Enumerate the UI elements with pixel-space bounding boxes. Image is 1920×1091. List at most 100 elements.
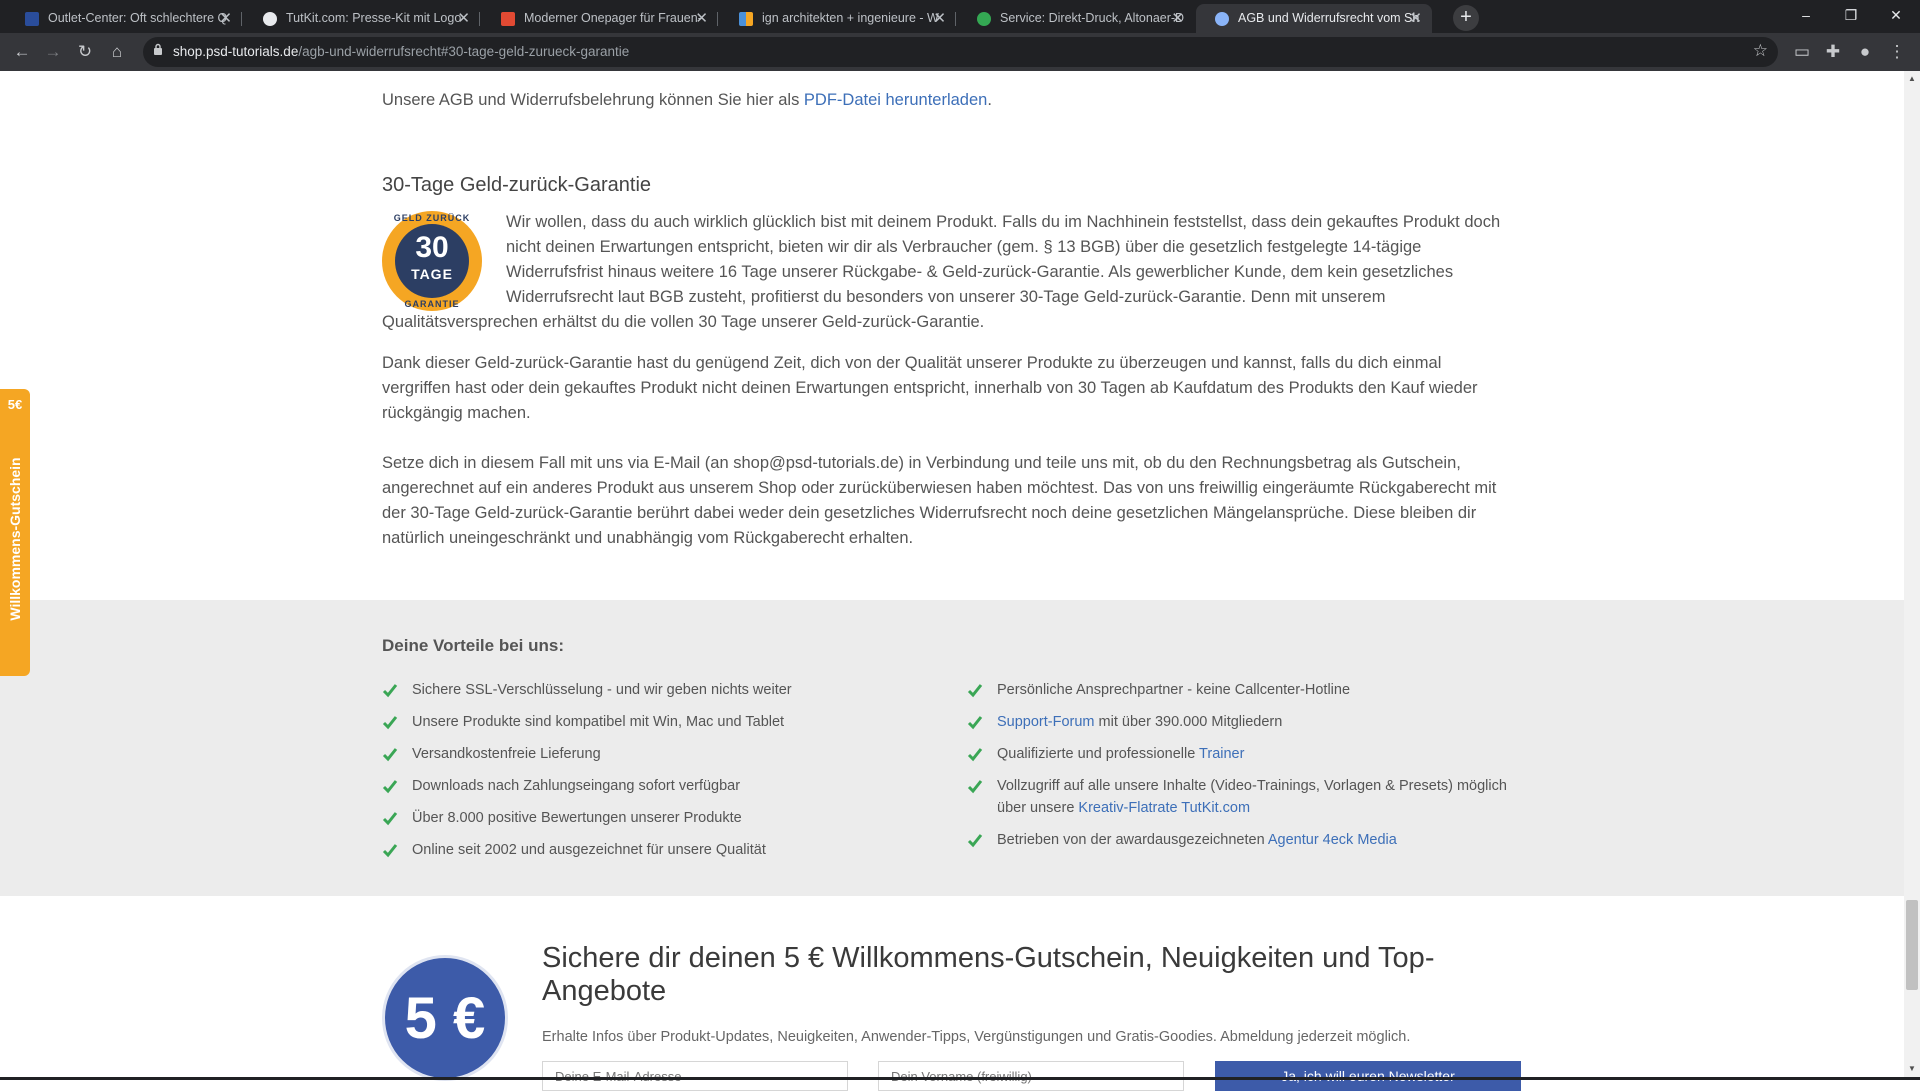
benefit-text: Vollzugriff auf alle unsere Inhalte (Vid…	[997, 778, 1507, 794]
address-bar[interactable]: shop.psd-tutorials.de/agb-und-widerrufsr…	[143, 37, 1778, 67]
minimize-icon[interactable]: –	[1786, 3, 1826, 27]
tab-favicon-icon	[25, 12, 39, 26]
tab-title: AGB und Widerrufsrecht vom Sh	[1238, 11, 1420, 25]
tab-favicon-icon	[263, 12, 277, 26]
agentur-link[interactable]: Agentur 4eck Media	[1268, 832, 1397, 848]
benefit-text: mit über 390.000 Mitgliedern	[1094, 714, 1283, 730]
tab-favicon-icon	[1215, 12, 1229, 26]
forward-arrow-icon[interactable]: →	[43, 42, 63, 62]
checkmark-icon	[382, 684, 398, 698]
browser-tab-bar: Outlet-Center: Oft schlechtere Q ✕ TutKi…	[0, 0, 1920, 33]
benefit-item: Downloads nach Zahlungseingang sofort ve…	[412, 778, 741, 794]
trainer-link[interactable]: Trainer	[1199, 746, 1244, 762]
bookmark-star-icon[interactable]: ☆	[1753, 41, 1768, 61]
menu-kebab-icon[interactable]: ⋮	[1887, 42, 1907, 62]
tab-favicon-icon	[501, 12, 515, 26]
guarantee-text-line: Dank dieser Geld-zurück-Garantie hast du…	[382, 354, 1442, 372]
benefit-item: Über 8.000 positive Bewertungen unserer …	[412, 810, 742, 826]
benefit-item-continued: über unsere Kreativ-Flatrate TutKit.com	[997, 797, 1250, 819]
scrollbar-thumb[interactable]	[1906, 900, 1918, 990]
browser-tab[interactable]: Moderner Onepager für Frauen- ✕	[482, 4, 718, 33]
guarantee-badge: GELD ZURÜCK 30 TAGE GARANTIE	[382, 211, 482, 311]
scroll-up-arrow-icon[interactable]: ▲	[1906, 74, 1918, 83]
newsletter-submit-button[interactable]: Ja, ich will euren Newsletter	[1215, 1061, 1521, 1091]
close-window-icon[interactable]: ✕	[1876, 3, 1916, 27]
cast-icon[interactable]: ▭	[1792, 42, 1812, 62]
benefit-item: Versandkostenfreie Lieferung	[412, 746, 601, 762]
guarantee-text-line: Qualitätsversprechen erhältst du die vol…	[382, 313, 985, 331]
tab-favicon-icon	[739, 12, 753, 26]
tab-separator	[955, 12, 956, 26]
checkmark-icon	[967, 716, 983, 730]
guarantee-text-line: Wir wollen, dass du auch wirklich glückl…	[506, 213, 1501, 231]
back-arrow-icon[interactable]: ←	[12, 42, 32, 62]
guarantee-text-line: Setze dich in diesem Fall mit uns via E-…	[382, 454, 1461, 472]
new-tab-button[interactable]: +	[1453, 5, 1479, 31]
tab-separator	[479, 12, 480, 26]
tab-title: Moderner Onepager für Frauen-	[524, 11, 702, 25]
scroll-down-arrow-icon[interactable]: ▼	[1906, 1064, 1918, 1073]
tab-close-icon[interactable]: ✕	[219, 4, 232, 33]
tab-separator	[241, 12, 242, 26]
browser-tab[interactable]: ign architekten + ingenieure - W ✕	[720, 4, 956, 33]
benefit-item: Support-Forum mit über 390.000 Mitgliede…	[997, 711, 1282, 733]
benefit-text: Betrieben von der awardausgezeichneten	[997, 832, 1268, 848]
benefit-item: Vollzugriff auf alle unsere Inhalte (Vid…	[997, 775, 1507, 797]
lock-icon	[154, 43, 162, 55]
url-text: shop.psd-tutorials.de/agb-und-widerrufsr…	[173, 37, 629, 67]
email-input[interactable]	[542, 1061, 848, 1091]
benefit-item: Online seit 2002 und ausgezeichnet für u…	[412, 842, 766, 858]
benefit-item: Betrieben von der awardausgezeichneten A…	[997, 829, 1397, 851]
guarantee-text-line: Widerrufsrecht laut BGB zusteht, profiti…	[506, 288, 1386, 306]
benefit-text: Qualifizierte und professionelle	[997, 746, 1200, 762]
tab-title: Service: Direkt-Druck, Altonaer-D	[1000, 11, 1185, 25]
kreativ-flatrate-link[interactable]: Kreativ-Flatrate TutKit.com	[1078, 800, 1250, 816]
benefits-section	[0, 600, 1904, 896]
browser-tab[interactable]: Outlet-Center: Oft schlechtere Q ✕	[6, 4, 242, 33]
tab-title: ign architekten + ingenieure - W	[762, 11, 939, 25]
profile-avatar-icon[interactable]: ●	[1855, 42, 1875, 62]
checkmark-icon	[967, 684, 983, 698]
guarantee-text-line: vergriffen hast oder dein gekauftes Prod…	[382, 379, 1478, 397]
support-forum-link[interactable]: Support-Forum	[997, 714, 1095, 730]
download-end: .	[987, 91, 992, 109]
voucher-side-tab[interactable]: 5€ Willkommens-Gutschein	[0, 389, 30, 676]
first-name-input[interactable]	[878, 1061, 1184, 1091]
benefit-item: Persönliche Ansprechpartner - keine Call…	[997, 679, 1350, 701]
benefit-text: Persönliche Ansprechpartner - keine Call…	[997, 682, 1351, 698]
tab-favicon-icon	[977, 12, 991, 26]
checkmark-icon	[382, 780, 398, 794]
guarantee-heading: 30-Tage Geld-zurück-Garantie	[382, 174, 652, 196]
guarantee-text-line: rückgängig machen.	[382, 404, 531, 422]
pdf-download-link[interactable]: PDF-Datei herunterladen	[804, 91, 987, 109]
tab-separator	[717, 12, 718, 26]
extensions-puzzle-icon[interactable]: ✚	[1823, 42, 1843, 62]
guarantee-text-line: der 30-Tage Geld-zurück-Garantie berührt…	[382, 504, 1477, 522]
download-text: Unsere AGB und Widerrufsbelehrung können…	[382, 91, 804, 109]
browser-tab[interactable]: Service: Direkt-Druck, Altonaer-D ✕	[958, 4, 1194, 33]
benefit-item: Sichere SSL-Verschlüsselung - und wir ge…	[412, 682, 792, 698]
download-paragraph: Unsere AGB und Widerrufsbelehrung können…	[382, 88, 992, 113]
home-icon[interactable]: ⌂	[107, 42, 127, 62]
tab-close-icon[interactable]: ✕	[933, 4, 946, 33]
newsletter-title: Sichere dir deinen 5 € Willkommens-Gutsc…	[542, 942, 1435, 1007]
side-tab-amount: 5€	[7, 397, 23, 412]
tab-close-icon[interactable]: ✕	[695, 4, 708, 33]
tab-close-icon[interactable]: ✕	[457, 4, 470, 33]
reload-icon[interactable]: ↻	[75, 42, 95, 62]
voucher-amount: 5 €	[404, 986, 486, 1051]
guarantee-text-line: nicht deinen Erwartungen entspricht, bie…	[506, 238, 1422, 256]
checkmark-icon	[382, 812, 398, 826]
tab-close-icon[interactable]: ✕	[1171, 4, 1184, 33]
tab-title: TutKit.com: Presse-Kit mit Logo	[286, 11, 462, 25]
benefit-item: Qualifizierte und professionelle Trainer	[997, 743, 1244, 765]
checkmark-icon	[382, 716, 398, 730]
benefit-item: Unsere Produkte sind kompatibel mit Win,…	[412, 714, 785, 730]
url-path: /agb-und-widerrufsrecht#30-tage-geld-zur…	[298, 44, 630, 59]
restore-icon[interactable]: ❐	[1831, 3, 1871, 27]
browser-tab-active[interactable]: AGB und Widerrufsrecht vom Sh ✕	[1196, 4, 1432, 33]
badge-ring-top: GELD ZURÜCK	[393, 213, 471, 223]
tab-close-icon[interactable]: ✕	[1409, 4, 1422, 33]
voucher-circle: 5 €	[382, 955, 508, 1081]
browser-tab[interactable]: TutKit.com: Presse-Kit mit Logo ✕	[244, 4, 480, 33]
